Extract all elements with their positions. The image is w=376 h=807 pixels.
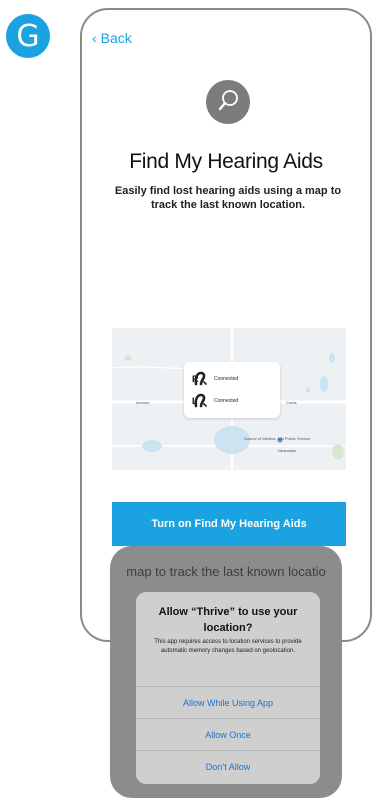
map-view[interactable]: Avenue Creek Source of Medina, MN Public… — [112, 328, 346, 470]
page-title: Find My Hearing Aids — [129, 150, 323, 173]
dialog-message: This app requires access to location ser… — [154, 639, 302, 654]
map-label: Nearwater — [278, 448, 297, 453]
device-row-left: L Connected — [192, 392, 238, 410]
hearing-aid-icon — [194, 393, 207, 408]
map-label: Avenue — [136, 400, 150, 405]
dialog-title: Allow “Thrive” to use your location? — [158, 606, 298, 634]
device-status-card: R Connected L Connected — [184, 362, 280, 418]
search-icon — [206, 80, 250, 124]
device-status: Connected — [214, 376, 239, 382]
turn-on-find-button[interactable]: Turn on Find My Hearing Aids — [112, 502, 346, 546]
chevron-left-icon: ‹ — [92, 30, 97, 46]
back-button[interactable]: ‹ Back — [92, 30, 132, 46]
magnified-permission-overlay: map to track the last known locatio Allo… — [110, 546, 342, 798]
hearing-aid-icon — [194, 371, 207, 386]
device-row-right: R Connected — [192, 370, 238, 388]
back-label: Back — [100, 30, 132, 46]
step-badge: G — [6, 14, 50, 58]
location-permission-dialog: Allow “Thrive” to use your location? Thi… — [136, 592, 320, 784]
allow-while-using-button[interactable]: Allow While Using App — [136, 686, 320, 719]
map-label: Source of Medina, MN Public Service — [244, 436, 311, 441]
dont-allow-button[interactable]: Don’t Allow — [136, 750, 320, 783]
map-label: Creek — [286, 400, 297, 405]
allow-once-button[interactable]: Allow Once — [136, 718, 320, 751]
obscured-subtitle-zoomed: map to track the last known locatio — [126, 564, 326, 579]
page-subtitle: Easily find lost hearing aids using a ma… — [114, 185, 342, 211]
device-status: Connected — [214, 398, 239, 404]
